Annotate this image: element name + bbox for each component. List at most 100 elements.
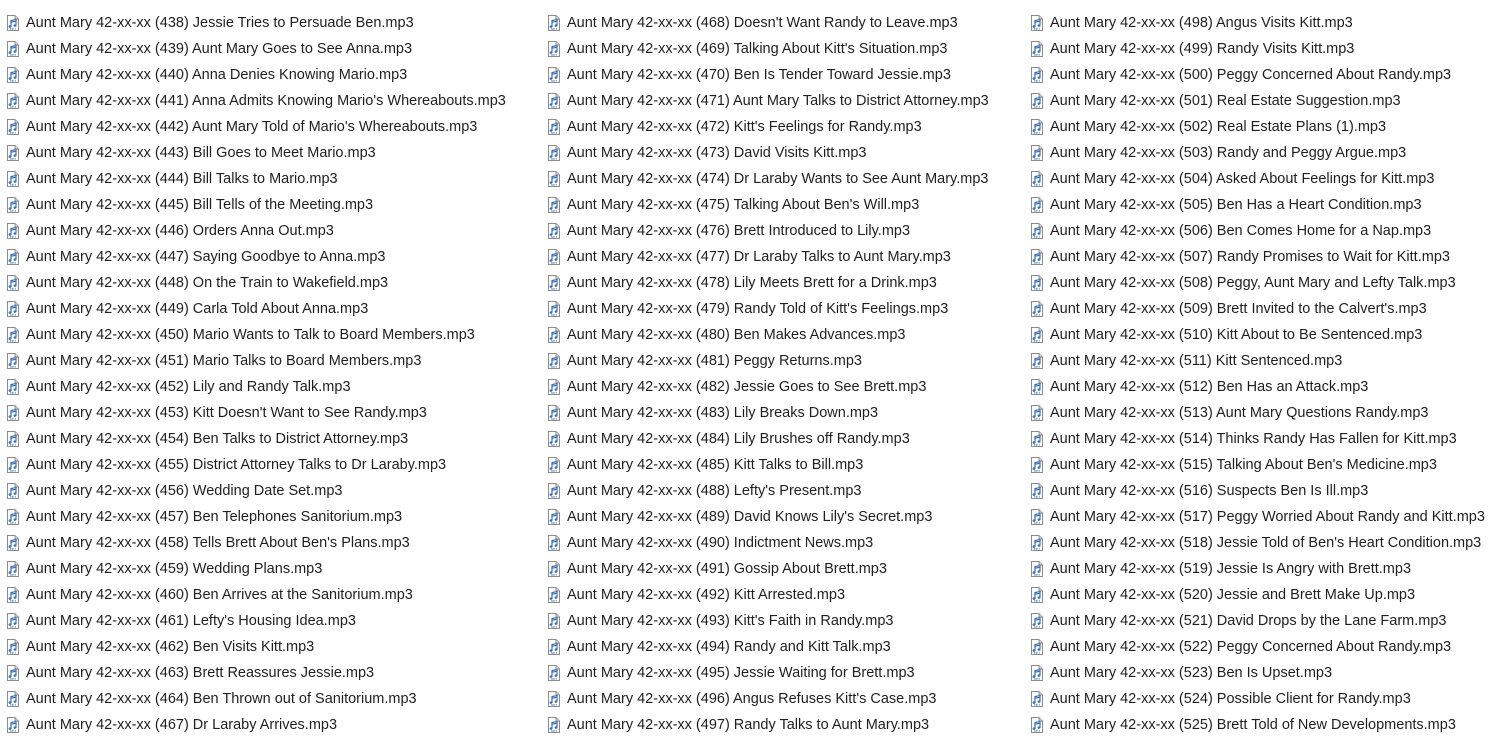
file-item[interactable]: MP3 Aunt Mary 42-xx-xx (512) Ben Has an … xyxy=(1030,374,1507,400)
file-item[interactable]: MP3 Aunt Mary 42-xx-xx (457) Ben Telepho… xyxy=(6,504,541,530)
file-item[interactable]: MP3 Aunt Mary 42-xx-xx (443) Bill Goes t… xyxy=(6,140,541,166)
file-item[interactable]: MP3 Aunt Mary 42-xx-xx (513) Aunt Mary Q… xyxy=(1030,400,1507,426)
file-item[interactable]: MP3 Aunt Mary 42-xx-xx (451) Mario Talks… xyxy=(6,348,541,374)
file-item[interactable]: MP3 Aunt Mary 42-xx-xx (506) Ben Comes H… xyxy=(1030,218,1507,244)
file-item[interactable]: MP3 Aunt Mary 42-xx-xx (504) Asked About… xyxy=(1030,166,1507,192)
file-item[interactable]: MP3 Aunt Mary 42-xx-xx (471) Aunt Mary T… xyxy=(547,88,1027,114)
file-item[interactable]: MP3 Aunt Mary 42-xx-xx (462) Ben Visits … xyxy=(6,634,541,660)
file-item[interactable]: MP3 Aunt Mary 42-xx-xx (490) Indictment … xyxy=(547,530,1027,556)
file-item[interactable]: MP3 Aunt Mary 42-xx-xx (510) Kitt About … xyxy=(1030,322,1507,348)
file-item[interactable]: MP3 Aunt Mary 42-xx-xx (456) Wedding Dat… xyxy=(6,478,541,504)
file-item[interactable]: MP3 Aunt Mary 42-xx-xx (473) David Visit… xyxy=(547,140,1027,166)
file-item[interactable]: MP3 Aunt Mary 42-xx-xx (479) Randy Told … xyxy=(547,296,1027,322)
file-name: Aunt Mary 42-xx-xx (524) Possible Client… xyxy=(1050,691,1411,707)
mp3-file-icon: MP3 xyxy=(1030,197,1044,213)
file-item[interactable]: MP3 Aunt Mary 42-xx-xx (496) Angus Refus… xyxy=(547,686,1027,712)
mp3-file-icon: MP3 xyxy=(6,327,20,343)
file-item[interactable]: MP3 Aunt Mary 42-xx-xx (447) Saying Good… xyxy=(6,244,541,270)
file-item[interactable]: MP3 Aunt Mary 42-xx-xx (461) Lefty's Hou… xyxy=(6,608,541,634)
file-item[interactable]: MP3 Aunt Mary 42-xx-xx (502) Real Estate… xyxy=(1030,114,1507,140)
file-item[interactable]: MP3 Aunt Mary 42-xx-xx (460) Ben Arrives… xyxy=(6,582,541,608)
mp3-file-icon: MP3 xyxy=(6,301,20,317)
file-item[interactable]: MP3 Aunt Mary 42-xx-xx (441) Anna Admits… xyxy=(6,88,541,114)
file-item[interactable]: MP3 Aunt Mary 42-xx-xx (477) Dr Laraby T… xyxy=(547,244,1027,270)
file-item[interactable]: MP3 Aunt Mary 42-xx-xx (495) Jessie Wait… xyxy=(547,660,1027,686)
file-item[interactable]: MP3 Aunt Mary 42-xx-xx (520) Jessie and … xyxy=(1030,582,1507,608)
svg-text:MP3: MP3 xyxy=(551,79,557,83)
file-item[interactable]: MP3 Aunt Mary 42-xx-xx (491) Gossip Abou… xyxy=(547,556,1027,582)
file-item[interactable]: MP3 Aunt Mary 42-xx-xx (524) Possible Cl… xyxy=(1030,686,1507,712)
svg-text:MP3: MP3 xyxy=(551,287,557,291)
file-item[interactable]: MP3 Aunt Mary 42-xx-xx (485) Kitt Talks … xyxy=(547,452,1027,478)
mp3-file-icon: MP3 xyxy=(6,379,20,395)
file-item[interactable]: MP3 Aunt Mary 42-xx-xx (493) Kitt's Fait… xyxy=(547,608,1027,634)
file-item[interactable]: MP3 Aunt Mary 42-xx-xx (474) Dr Laraby W… xyxy=(547,166,1027,192)
file-item[interactable]: MP3 Aunt Mary 42-xx-xx (521) David Drops… xyxy=(1030,608,1507,634)
file-item[interactable]: MP3 Aunt Mary 42-xx-xx (523) Ben Is Upse… xyxy=(1030,660,1507,686)
file-item[interactable]: MP3 Aunt Mary 42-xx-xx (478) Lily Meets … xyxy=(547,270,1027,296)
file-item[interactable]: MP3 Aunt Mary 42-xx-xx (459) Wedding Pla… xyxy=(6,556,541,582)
file-item[interactable]: MP3 Aunt Mary 42-xx-xx (507) Randy Promi… xyxy=(1030,244,1507,270)
file-item[interactable]: MP3 Aunt Mary 42-xx-xx (499) Randy Visit… xyxy=(1030,36,1507,62)
file-item[interactable]: MP3 Aunt Mary 42-xx-xx (484) Lily Brushe… xyxy=(547,426,1027,452)
file-item[interactable]: MP3 Aunt Mary 42-xx-xx (472) Kitt's Feel… xyxy=(547,114,1027,140)
file-item[interactable]: MP3 Aunt Mary 42-xx-xx (453) Kitt Doesn'… xyxy=(6,400,541,426)
file-item[interactable]: MP3 Aunt Mary 42-xx-xx (476) Brett Intro… xyxy=(547,218,1027,244)
svg-text:MP3: MP3 xyxy=(1034,365,1040,369)
file-item[interactable]: MP3 Aunt Mary 42-xx-xx (448) On the Trai… xyxy=(6,270,541,296)
file-item[interactable]: MP3 Aunt Mary 42-xx-xx (498) Angus Visit… xyxy=(1030,10,1507,36)
file-item[interactable]: MP3 Aunt Mary 42-xx-xx (519) Jessie Is A… xyxy=(1030,556,1507,582)
file-item[interactable]: MP3 Aunt Mary 42-xx-xx (470) Ben Is Tend… xyxy=(547,62,1027,88)
file-item[interactable]: MP3 Aunt Mary 42-xx-xx (500) Peggy Conce… xyxy=(1030,62,1507,88)
file-item[interactable]: MP3 Aunt Mary 42-xx-xx (449) Carla Told … xyxy=(6,296,541,322)
file-item[interactable]: MP3 Aunt Mary 42-xx-xx (482) Jessie Goes… xyxy=(547,374,1027,400)
file-item[interactable]: MP3 Aunt Mary 42-xx-xx (458) Tells Brett… xyxy=(6,530,541,556)
file-name: Aunt Mary 42-xx-xx (502) Real Estate Pla… xyxy=(1050,119,1387,135)
file-item[interactable]: MP3 Aunt Mary 42-xx-xx (522) Peggy Conce… xyxy=(1030,634,1507,660)
file-item[interactable]: MP3 Aunt Mary 42-xx-xx (438) Jessie Trie… xyxy=(6,10,541,36)
file-name: Aunt Mary 42-xx-xx (454) Ben Talks to Di… xyxy=(26,431,409,447)
file-item[interactable]: MP3 Aunt Mary 42-xx-xx (518) Jessie Told… xyxy=(1030,530,1507,556)
file-item[interactable]: MP3 Aunt Mary 42-xx-xx (503) Randy and P… xyxy=(1030,140,1507,166)
file-item[interactable]: MP3 Aunt Mary 42-xx-xx (516) Suspects Be… xyxy=(1030,478,1507,504)
file-item[interactable]: MP3 Aunt Mary 42-xx-xx (492) Kitt Arrest… xyxy=(547,582,1027,608)
file-name: Aunt Mary 42-xx-xx (518) Jessie Told of … xyxy=(1050,535,1482,551)
file-item[interactable]: MP3 Aunt Mary 42-xx-xx (475) Talking Abo… xyxy=(547,192,1027,218)
file-item[interactable]: MP3 Aunt Mary 42-xx-xx (439) Aunt Mary G… xyxy=(6,36,541,62)
file-name: Aunt Mary 42-xx-xx (447) Saying Goodbye … xyxy=(26,249,386,265)
file-item[interactable]: MP3 Aunt Mary 42-xx-xx (442) Aunt Mary T… xyxy=(6,114,541,140)
file-item[interactable]: MP3 Aunt Mary 42-xx-xx (464) Ben Thrown … xyxy=(6,686,541,712)
file-item[interactable]: MP3 Aunt Mary 42-xx-xx (483) Lily Breaks… xyxy=(547,400,1027,426)
file-item[interactable]: MP3 Aunt Mary 42-xx-xx (497) Randy Talks… xyxy=(547,712,1027,738)
file-item[interactable]: MP3 Aunt Mary 42-xx-xx (489) David Knows… xyxy=(547,504,1027,530)
file-item[interactable]: MP3 Aunt Mary 42-xx-xx (467) Dr Laraby A… xyxy=(6,712,541,738)
file-item[interactable]: MP3 Aunt Mary 42-xx-xx (468) Doesn't Wan… xyxy=(547,10,1027,36)
file-item[interactable]: MP3 Aunt Mary 42-xx-xx (488) Lefty's Pre… xyxy=(547,478,1027,504)
file-item[interactable]: MP3 Aunt Mary 42-xx-xx (463) Brett Reass… xyxy=(6,660,541,686)
file-item[interactable]: MP3 Aunt Mary 42-xx-xx (469) Talking Abo… xyxy=(547,36,1027,62)
svg-text:MP3: MP3 xyxy=(10,729,16,733)
file-item[interactable]: MP3 Aunt Mary 42-xx-xx (517) Peggy Worri… xyxy=(1030,504,1507,530)
file-item[interactable]: MP3 Aunt Mary 42-xx-xx (514) Thinks Rand… xyxy=(1030,426,1507,452)
file-item[interactable]: MP3 Aunt Mary 42-xx-xx (480) Ben Makes A… xyxy=(547,322,1027,348)
file-name: Aunt Mary 42-xx-xx (520) Jessie and Bret… xyxy=(1050,587,1416,603)
file-item[interactable]: MP3 Aunt Mary 42-xx-xx (444) Bill Talks … xyxy=(6,166,541,192)
file-name: Aunt Mary 42-xx-xx (488) Lefty's Present… xyxy=(567,483,862,499)
file-item[interactable]: MP3 Aunt Mary 42-xx-xx (455) District At… xyxy=(6,452,541,478)
file-item[interactable]: MP3 Aunt Mary 42-xx-xx (494) Randy and K… xyxy=(547,634,1027,660)
file-item[interactable]: MP3 Aunt Mary 42-xx-xx (445) Bill Tells … xyxy=(6,192,541,218)
file-item[interactable]: MP3 Aunt Mary 42-xx-xx (450) Mario Wants… xyxy=(6,322,541,348)
file-item[interactable]: MP3 Aunt Mary 42-xx-xx (440) Anna Denies… xyxy=(6,62,541,88)
file-item[interactable]: MP3 Aunt Mary 42-xx-xx (481) Peggy Retur… xyxy=(547,348,1027,374)
file-item[interactable]: MP3 Aunt Mary 42-xx-xx (505) Ben Has a H… xyxy=(1030,192,1507,218)
file-item[interactable]: MP3 Aunt Mary 42-xx-xx (509) Brett Invit… xyxy=(1030,296,1507,322)
file-item[interactable]: MP3 Aunt Mary 42-xx-xx (501) Real Estate… xyxy=(1030,88,1507,114)
file-item[interactable]: MP3 Aunt Mary 42-xx-xx (515) Talking Abo… xyxy=(1030,452,1507,478)
file-item[interactable]: MP3 Aunt Mary 42-xx-xx (525) Brett Told … xyxy=(1030,712,1507,738)
file-item[interactable]: MP3 Aunt Mary 42-xx-xx (452) Lily and Ra… xyxy=(6,374,541,400)
file-item[interactable]: MP3 Aunt Mary 42-xx-xx (511) Kitt Senten… xyxy=(1030,348,1507,374)
file-item[interactable]: MP3 Aunt Mary 42-xx-xx (446) Orders Anna… xyxy=(6,218,541,244)
file-item[interactable]: MP3 Aunt Mary 42-xx-xx (508) Peggy, Aunt… xyxy=(1030,270,1507,296)
svg-text:MP3: MP3 xyxy=(551,651,557,655)
file-item[interactable]: MP3 Aunt Mary 42-xx-xx (454) Ben Talks t… xyxy=(6,426,541,452)
